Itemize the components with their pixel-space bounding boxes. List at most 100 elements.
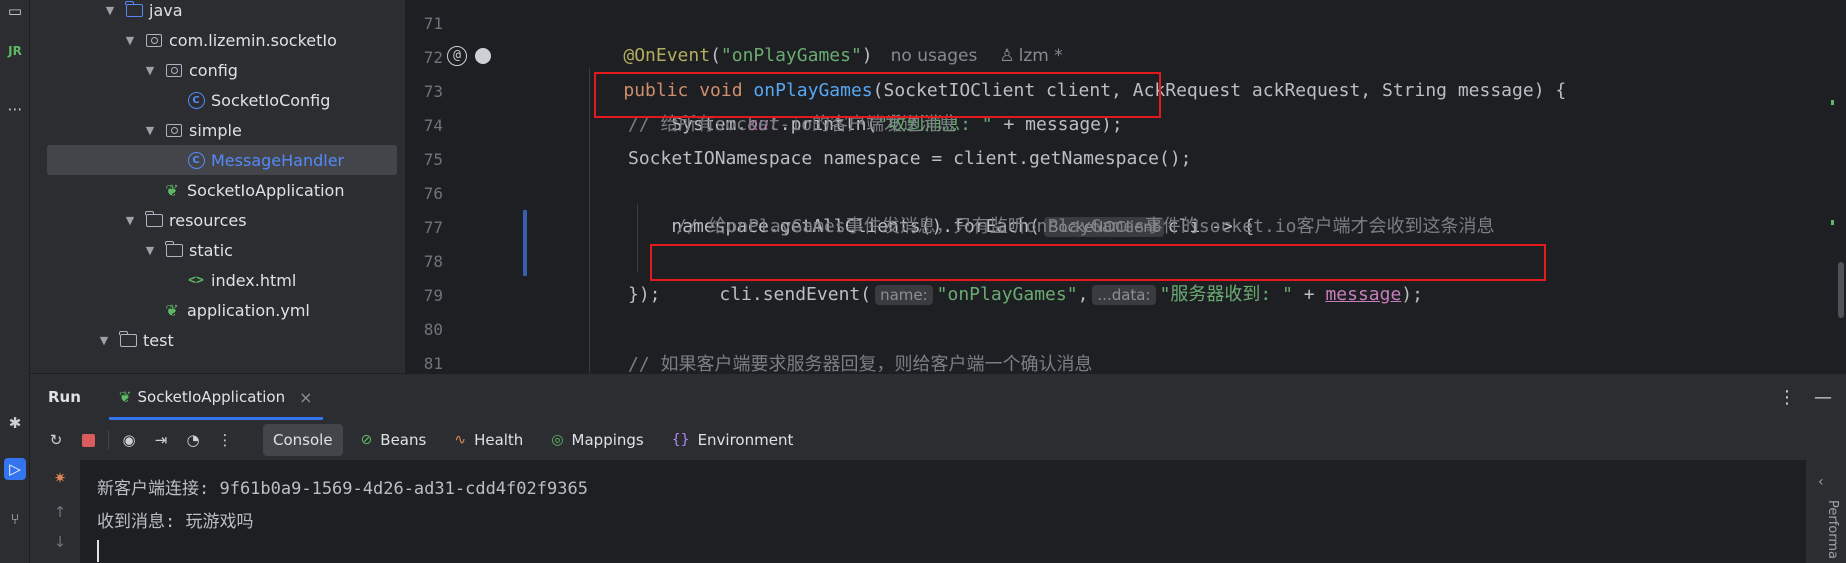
tab-label: Mappings bbox=[571, 431, 644, 449]
rerun-icon[interactable]: ↻ bbox=[44, 428, 68, 452]
exit-icon[interactable]: ⇥ bbox=[149, 428, 173, 452]
chevron-down-icon[interactable]: ▼ bbox=[143, 244, 157, 257]
param-reference: message bbox=[1325, 284, 1402, 305]
tree-item-resources[interactable]: ▼ resources bbox=[30, 205, 405, 235]
run-icon[interactable]: ▷ bbox=[4, 458, 26, 480]
package-icon bbox=[145, 32, 163, 48]
tab-health[interactable]: ∿ Health bbox=[444, 424, 533, 456]
change-marker[interactable] bbox=[523, 210, 527, 276]
param-hint: name: bbox=[875, 285, 933, 305]
code-text: cli.sendEvent( bbox=[719, 284, 872, 305]
console-line: 收到消息: 玩游戏吗 bbox=[97, 512, 254, 532]
line-number: 71 bbox=[423, 14, 443, 33]
class-icon: C bbox=[187, 91, 205, 109]
run-config-label: SocketIoApplication bbox=[137, 388, 286, 406]
tree-item-label: SocketIoApplication bbox=[187, 180, 345, 200]
line-number: 80 bbox=[423, 320, 443, 339]
tree-item-static[interactable]: ▼ static bbox=[30, 235, 405, 265]
run-config-tab[interactable]: ❦ SocketIoApplication × bbox=[108, 374, 323, 420]
package-icon bbox=[165, 122, 183, 138]
close-icon[interactable]: × bbox=[299, 388, 312, 407]
chevron-down-icon[interactable]: ▼ bbox=[123, 34, 137, 47]
git-icon[interactable]: ⑂ bbox=[4, 508, 26, 530]
gauge-icon[interactable]: ◔ bbox=[181, 428, 205, 452]
chevron-down-icon[interactable]: ▼ bbox=[97, 334, 111, 347]
run-panel-title: Run bbox=[48, 388, 81, 406]
right-side-rail: ‹ Performa bbox=[1806, 460, 1846, 563]
tab-environment[interactable]: {} Environment bbox=[662, 424, 804, 456]
tree-item-label: config bbox=[189, 60, 238, 80]
line-number: 73 bbox=[423, 82, 443, 101]
tab-label: Environment bbox=[697, 431, 794, 449]
at-annotation-icon[interactable]: @ bbox=[447, 46, 467, 66]
line-number: 77 bbox=[423, 218, 443, 237]
tree-item-java[interactable]: ▼ java bbox=[30, 0, 405, 25]
chevron-down-icon[interactable]: ▼ bbox=[103, 4, 117, 17]
tree-item-messagehandler[interactable]: C MessageHandler bbox=[47, 145, 397, 175]
tab-mappings[interactable]: ◎ Mappings bbox=[541, 424, 653, 456]
tree-item-label: resources bbox=[169, 210, 247, 230]
spring-config-icon: ❦ bbox=[165, 300, 179, 320]
tree-item-test[interactable]: ▼ test bbox=[30, 325, 405, 355]
tab-beans[interactable]: ⊘ Beans bbox=[351, 424, 437, 456]
beans-icon: ⊘ bbox=[360, 432, 373, 448]
arrow-down-icon[interactable]: ↓ bbox=[48, 530, 72, 554]
code-line-81: // 如果客户端要求服务器回复，则给客户端一个确认消息 bbox=[628, 354, 1093, 373]
tree-item-package[interactable]: ▼ com.lizemin.socketIo bbox=[30, 25, 405, 55]
diff-marker bbox=[1831, 220, 1834, 225]
tab-console[interactable]: Console bbox=[263, 424, 343, 456]
html-file-icon: <> bbox=[188, 272, 204, 288]
tool-window-strip: ▭ JR ⋯ ✱ ▷ ⑂ bbox=[0, 0, 30, 563]
line-number: 74 bbox=[423, 116, 443, 135]
tree-item-label: com.lizemin.socketIo bbox=[169, 30, 337, 50]
tab-label: Health bbox=[474, 431, 524, 449]
chevron-down-icon[interactable]: ▼ bbox=[143, 124, 157, 137]
minimize-icon[interactable]: — bbox=[1814, 387, 1832, 408]
tree-item-simple[interactable]: ▼ simple bbox=[30, 115, 405, 145]
method-icon[interactable] bbox=[475, 48, 491, 64]
code-text: + bbox=[1292, 284, 1326, 305]
folder-icon bbox=[165, 240, 183, 258]
folder-icon bbox=[125, 0, 143, 18]
code-line-71: @OnEvent("onPlayGames") no usages ♙ lzm * bbox=[623, 45, 1063, 66]
tree-item-socketioconfig[interactable]: C SocketIoConfig bbox=[30, 85, 405, 115]
run-tool-window: Run ❦ SocketIoApplication × ⋮ — ↻ ◉ ⇥ ◔ … bbox=[30, 373, 1846, 563]
tree-item-index-html[interactable]: <> index.html bbox=[30, 265, 405, 295]
console-output[interactable]: 新客户端连接: 9f61b0a9-1569-4d26-ad31-cdd4f02f… bbox=[80, 460, 1806, 563]
tree-item-socketioapplication[interactable]: ❦ SocketIoApplication bbox=[30, 175, 405, 205]
chevron-down-icon[interactable]: ▼ bbox=[123, 214, 137, 227]
chevron-left-icon[interactable]: ‹ bbox=[1818, 474, 1824, 490]
tree-item-application-yml[interactable]: ❦ application.yml bbox=[30, 295, 405, 325]
string-literal: "onPlayGames" bbox=[936, 284, 1078, 305]
editor-scrollbar[interactable] bbox=[1838, 262, 1844, 318]
more-options-icon[interactable]: ⋮ bbox=[1778, 387, 1796, 408]
class-icon: C bbox=[187, 151, 205, 169]
arrow-up-icon[interactable]: ↑ bbox=[48, 500, 72, 524]
line-number: 76 bbox=[423, 184, 443, 203]
jrebel-icon[interactable]: JR bbox=[4, 40, 26, 62]
tree-item-label: java bbox=[149, 0, 183, 20]
chevron-down-icon[interactable]: ▼ bbox=[143, 64, 157, 77]
highlight-box-println bbox=[594, 72, 1161, 118]
folder-icon bbox=[119, 330, 137, 348]
code-editor[interactable]: 71 72 73 74 75 76 77 78 79 80 81 @ @OnEv… bbox=[405, 0, 1846, 373]
camera-icon[interactable]: ◉ bbox=[117, 428, 141, 452]
spring-actuator-icon[interactable]: ✷ bbox=[48, 466, 72, 490]
more-icon[interactable]: ⋮ bbox=[213, 428, 237, 452]
structure-icon[interactable]: ▭ bbox=[4, 0, 26, 22]
code-text: ); bbox=[1401, 284, 1423, 305]
code-text: , bbox=[1077, 284, 1089, 305]
stop-icon[interactable] bbox=[76, 428, 100, 452]
performance-tab-label[interactable]: Performa bbox=[1825, 500, 1840, 559]
project-tree: ▼ java ▼ com.lizemin.socketIo ▼ config C… bbox=[30, 0, 405, 373]
package-icon bbox=[165, 62, 183, 78]
tree-item-label: SocketIoConfig bbox=[211, 90, 331, 110]
tree-item-label: application.yml bbox=[187, 300, 310, 320]
line-number: 79 bbox=[423, 286, 443, 305]
more-icon[interactable]: ⋯ bbox=[4, 98, 26, 120]
tree-item-config[interactable]: ▼ config bbox=[30, 55, 405, 85]
tree-item-label: static bbox=[189, 240, 233, 260]
debug-icon[interactable]: ✱ bbox=[4, 412, 26, 434]
editor-gutter: 71 72 73 74 75 76 77 78 79 80 81 @ bbox=[405, 0, 530, 373]
health-icon: ∿ bbox=[454, 432, 467, 448]
